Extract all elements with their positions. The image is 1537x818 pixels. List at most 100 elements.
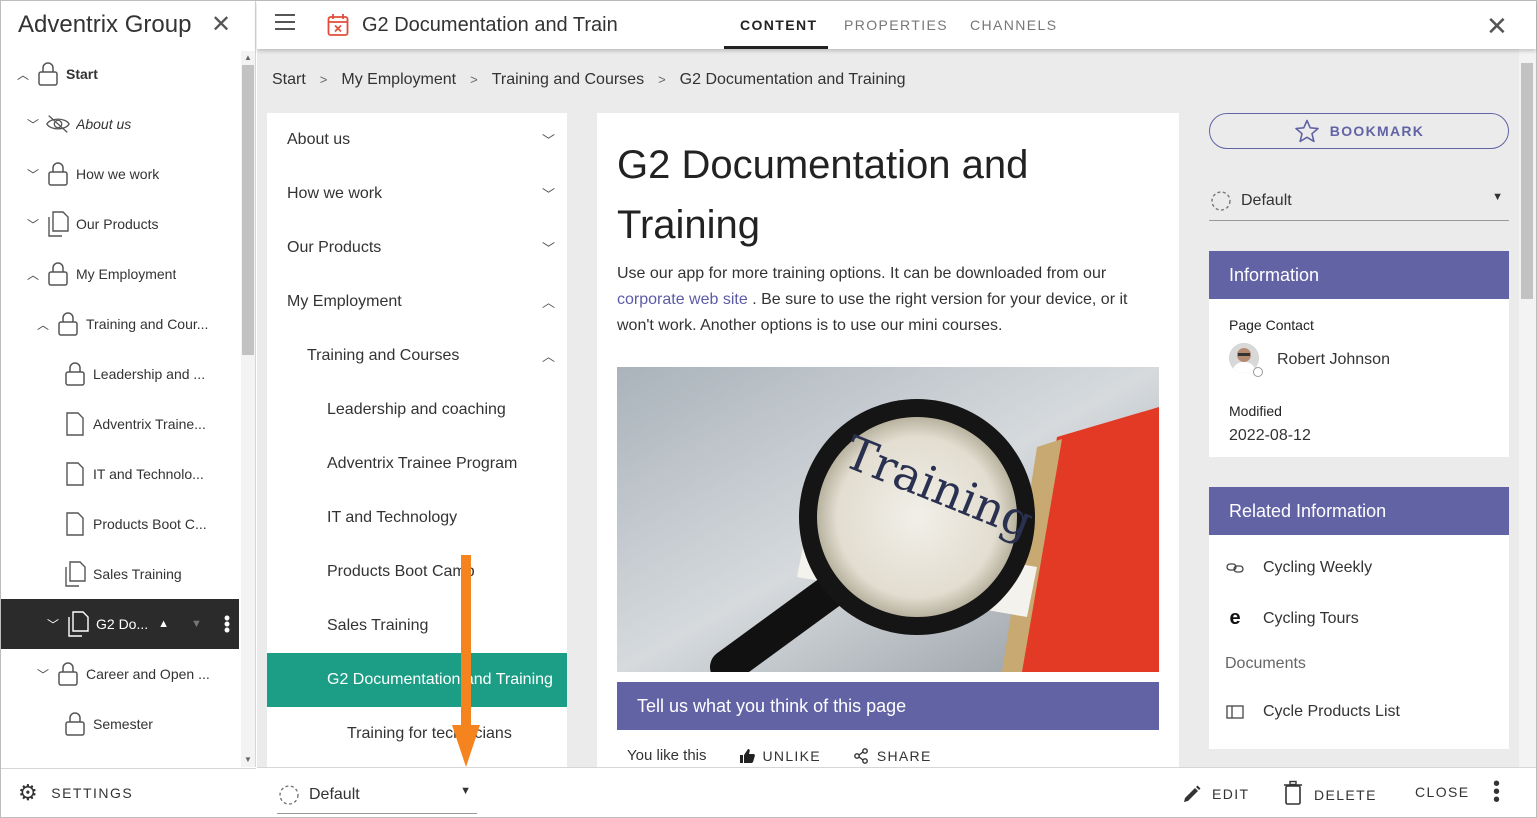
page-icon: [62, 461, 88, 487]
close-button[interactable]: CLOSE: [1415, 784, 1469, 800]
contact-name[interactable]: Robert Johnson: [1277, 351, 1390, 369]
nav-item[interactable]: Sales Training: [267, 599, 567, 653]
chevron-down-icon[interactable]: ﹀: [34, 666, 52, 683]
tree-item[interactable]: IT and Technolo...: [1, 449, 239, 499]
version-select[interactable]: Default ▼: [277, 776, 477, 814]
tree-panel: Adventrix Group ✕ ︿ Start ﹀ About us ﹀ How we…: [1, 1, 256, 767]
tree-scrollbar[interactable]: ▲ ▼: [241, 51, 255, 767]
lock-icon: [55, 311, 81, 337]
book-icon: [1225, 705, 1245, 719]
scroll-thumb[interactable]: [1521, 63, 1533, 299]
content-scrollbar[interactable]: [1519, 49, 1536, 767]
tree-item[interactable]: ﹀ How we work: [1, 149, 239, 199]
edit-button[interactable]: EDIT: [1182, 784, 1250, 804]
documents-label: Documents: [1225, 655, 1306, 672]
nav-item[interactable]: Products Boot Camp: [267, 545, 567, 599]
breadcrumb-item[interactable]: Training and Courses: [492, 71, 644, 88]
chevron-up-icon[interactable]: ︿: [24, 266, 42, 283]
page-icon: [62, 511, 88, 537]
chevron-up-icon[interactable]: ︿: [542, 292, 555, 311]
scroll-up-icon[interactable]: ▲: [244, 53, 252, 62]
tab-channels[interactable]: CHANNELS: [970, 17, 1057, 33]
nav-item[interactable]: Our Products ﹀: [267, 221, 567, 275]
caret-down-icon: ▼: [1492, 191, 1503, 203]
corporate-link[interactable]: corporate web site: [617, 291, 748, 308]
settings-label: SETTINGS: [51, 785, 134, 801]
unlike-label: UNLIKE: [762, 747, 821, 764]
article-text: Use our app for more training options. I…: [617, 265, 1107, 282]
nav-item[interactable]: About us ﹀: [267, 113, 567, 167]
related-link[interactable]: Cycling Weekly: [1225, 559, 1372, 577]
breadcrumb-item[interactable]: Start: [272, 71, 306, 88]
move-up-icon[interactable]: ▲: [158, 618, 169, 630]
nav-item-label: Sales Training: [327, 617, 429, 634]
more-vert-icon[interactable]: • • •: [1493, 774, 1500, 810]
related-label: Cycling Weekly: [1263, 559, 1373, 576]
like-status: You like this: [627, 747, 707, 764]
gear-icon: ⚙: [18, 780, 40, 805]
scroll-thumb[interactable]: [242, 65, 254, 355]
tab-properties[interactable]: PROPERTIES: [844, 17, 948, 33]
close-icon[interactable]: ✕: [1486, 11, 1508, 42]
tab-content[interactable]: CONTENT: [740, 17, 817, 33]
move-down-icon[interactable]: ▼: [191, 618, 202, 630]
tree-item[interactable]: Sales Training: [1, 549, 239, 599]
tree-item[interactable]: ︿ Training and Cour...: [1, 299, 239, 349]
breadcrumb-item[interactable]: G2 Documentation and Training: [680, 71, 906, 88]
content-area: Start > My Employment > Training and Courses…: [257, 49, 1519, 767]
nav-item[interactable]: How we work ﹀: [267, 167, 567, 221]
tree-item[interactable]: Products Boot C...: [1, 499, 239, 549]
nav-item[interactable]: Training for technicians: [267, 707, 567, 761]
unlike-button[interactable]: UNLIKE: [739, 748, 821, 764]
tree-item[interactable]: ﹀ About us: [1, 99, 239, 149]
share-button[interactable]: SHARE: [853, 748, 932, 764]
share-icon: [853, 747, 868, 764]
tree-item-label: Leadership and ...: [93, 366, 206, 382]
breadcrumb-item[interactable]: My Employment: [341, 71, 456, 88]
share-label: SHARE: [876, 747, 932, 764]
version-select[interactable]: Default ▼: [1209, 181, 1509, 221]
nav-item[interactable]: Training and Courses ︿: [267, 329, 567, 383]
chevron-right-icon: >: [470, 72, 478, 87]
bookmark-button[interactable]: BOOKMARK: [1209, 113, 1509, 149]
tree-item[interactable]: ﹀ Career and Open ...: [1, 649, 239, 699]
related-document[interactable]: Cycle Products List: [1225, 703, 1400, 721]
tree-item[interactable]: Adventrix Traine...: [1, 399, 239, 449]
tree-item[interactable]: ﹀ G2 Do... ▲ ▼ • • •: [1, 599, 239, 649]
chevron-down-icon[interactable]: ﹀: [542, 184, 555, 203]
tree-item[interactable]: Leadership and ...: [1, 349, 239, 399]
chevron-down-icon[interactable]: ﹀: [24, 166, 42, 183]
nav-item[interactable]: IT and Technology: [267, 491, 567, 545]
nav-item[interactable]: Adventrix Trainee Program: [267, 437, 567, 491]
page-icon: [62, 411, 88, 437]
article-image: Training: [617, 367, 1159, 672]
delete-button[interactable]: DELETE: [1282, 780, 1377, 806]
tree-item[interactable]: Semester: [1, 699, 239, 749]
nav-item[interactable]: My Employment ︿: [267, 275, 567, 329]
tree-item[interactable]: ﹀ Our Products: [1, 199, 239, 249]
modified-label: Modified: [1229, 403, 1282, 419]
close-icon[interactable]: ✕: [211, 13, 231, 37]
modified-value: 2022-08-12: [1229, 427, 1311, 444]
chevron-down-icon[interactable]: ﹀: [542, 130, 555, 149]
chevron-up-icon[interactable]: ︿: [14, 66, 32, 83]
nav-item[interactable]: Leadership and coaching: [267, 383, 567, 437]
chevron-down-icon[interactable]: ﹀: [542, 238, 555, 257]
chevron-down-icon[interactable]: ﹀: [44, 616, 62, 633]
related-link[interactable]: e Cycling Tours: [1225, 607, 1358, 630]
tree-item-label: My Employment: [76, 266, 177, 282]
chevron-up-icon[interactable]: ︿: [34, 316, 52, 333]
menu-icon[interactable]: [275, 14, 295, 32]
chevron-up-icon[interactable]: ︿: [542, 346, 555, 365]
nav-item-label: Training and Courses: [307, 347, 460, 364]
settings-button[interactable]: ⚙ SETTINGS: [1, 768, 256, 817]
tree-item[interactable]: ︿ Start: [1, 49, 239, 99]
nav-item[interactable]: G2 Documentation and Training: [267, 653, 567, 707]
chevron-down-icon[interactable]: ﹀: [24, 216, 42, 233]
caret-down-icon[interactable]: ▼: [460, 785, 471, 797]
tree-item[interactable]: ︿ My Employment: [1, 249, 239, 299]
more-vert-icon[interactable]: • • •: [224, 609, 230, 639]
scroll-down-icon[interactable]: ▼: [244, 755, 252, 764]
chevron-down-icon[interactable]: ﹀: [24, 116, 42, 133]
loading-icon: [1211, 190, 1231, 211]
